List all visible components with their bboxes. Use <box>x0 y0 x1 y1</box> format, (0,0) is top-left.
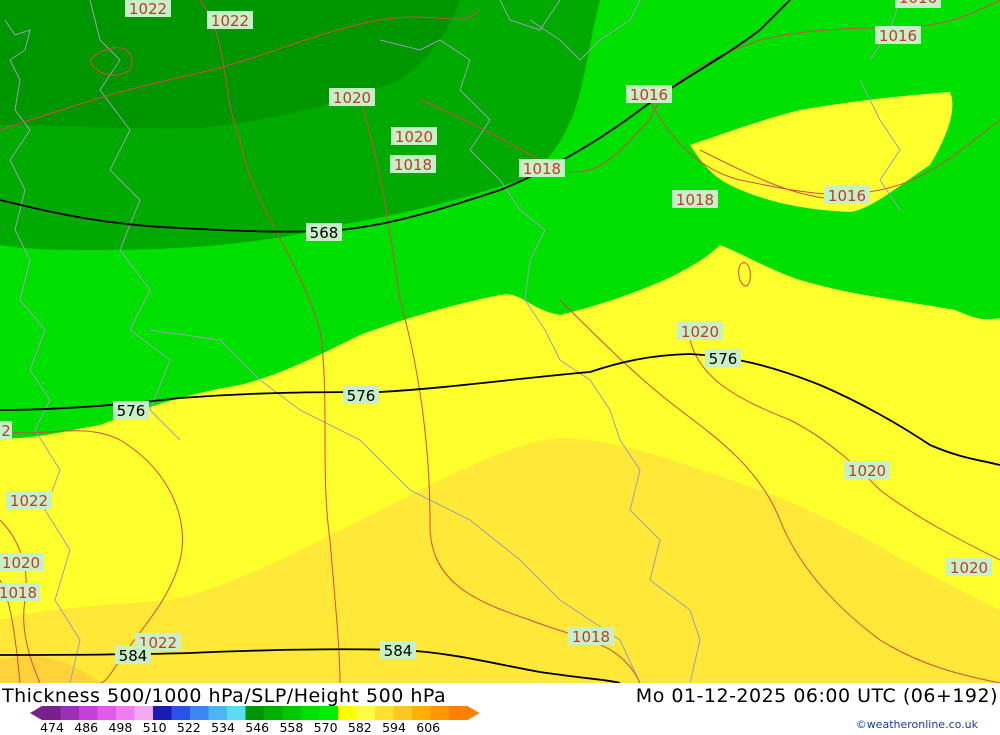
colorbar-segment <box>245 706 265 720</box>
isobar-label: 1022 <box>125 0 171 18</box>
colorbar-segment <box>375 706 394 720</box>
svg-text:1018: 1018 <box>394 156 432 174</box>
height-label: 584 <box>115 646 151 665</box>
isobar-label: 1020 <box>844 461 890 480</box>
svg-text:576: 576 <box>117 402 146 420</box>
colorbar-segment <box>430 706 450 720</box>
colorbar-segment <box>171 706 191 720</box>
svg-text:1018: 1018 <box>572 628 610 646</box>
isobar-label: 1020 <box>0 553 44 572</box>
svg-text:1020: 1020 <box>2 554 40 572</box>
credit-link[interactable]: ©weatheronline.co.uk <box>856 718 978 731</box>
colorbar-segment <box>208 706 228 720</box>
isobar-label: 2 <box>0 421 12 440</box>
colorbar-segment <box>264 706 283 720</box>
colorbar-segment <box>227 706 246 720</box>
isobar-label: 1020 <box>677 322 723 341</box>
isobar-label: 1018 <box>568 627 614 646</box>
colorbar-segment <box>282 706 302 720</box>
isobar-label: 1022 <box>6 491 52 510</box>
colorbar-segment <box>60 706 80 720</box>
isobar-label: 1018 <box>390 155 436 174</box>
isobar-label: 1020 <box>329 88 375 107</box>
weather-map: 1022 1022 1020 1020 1018 1018 1016 1016 … <box>0 0 1000 683</box>
svg-text:1020: 1020 <box>848 462 886 480</box>
isobar-label: 1022 <box>207 11 253 30</box>
isobar-label: 1016 <box>626 85 672 104</box>
svg-text:568: 568 <box>310 224 339 242</box>
isobar-label: 1020 <box>391 127 437 146</box>
svg-text:584: 584 <box>119 647 148 665</box>
height-label: 576 <box>113 401 149 420</box>
isobar-label: 1018 <box>519 159 565 178</box>
colorbar-segment <box>301 706 320 720</box>
svg-text:1022: 1022 <box>10 492 48 510</box>
isobar-label: 1018 <box>0 583 40 602</box>
colorbar-segment <box>190 706 209 720</box>
colorbar-segment <box>393 706 413 720</box>
colorbar-segment <box>412 706 431 720</box>
svg-text:1018: 1018 <box>0 584 37 602</box>
isobar-label: 1016 <box>824 186 870 205</box>
colorbar-segment <box>134 706 154 720</box>
height-label: 576 <box>343 386 379 405</box>
height-label: 584 <box>380 641 416 660</box>
colorbar-segment <box>97 706 117 720</box>
svg-text:1020: 1020 <box>395 128 433 146</box>
colorbar-segment <box>153 706 172 720</box>
map-footer: Thickness 500/1000 hPa/SLP/Height 500 hP… <box>0 683 1000 735</box>
height-label: 568 <box>306 223 342 242</box>
svg-text:1018: 1018 <box>523 160 561 178</box>
isobar-label: 1020 <box>946 558 992 577</box>
svg-text:584: 584 <box>384 642 413 660</box>
isobar-label: 1016 <box>895 0 941 8</box>
colorbar <box>30 706 480 720</box>
svg-text:1020: 1020 <box>333 89 371 107</box>
colorbar-segment <box>356 706 376 720</box>
colorbar-segment <box>116 706 135 720</box>
colorbar-segment <box>42 706 61 720</box>
isobar-label: 1018 <box>672 190 718 209</box>
map-title: Thickness 500/1000 hPa/SLP/Height 500 hP… <box>2 685 447 707</box>
svg-text:1016: 1016 <box>630 86 668 104</box>
colorbar-ticks: 474 486 498 510 522 534 546 558 570 582 594 606 <box>0 720 520 735</box>
svg-text:1016: 1016 <box>879 27 917 45</box>
svg-text:2: 2 <box>1 422 11 440</box>
svg-text:1020: 1020 <box>681 323 719 341</box>
colorbar-segment <box>79 706 98 720</box>
isobar-label: 1016 <box>875 26 921 45</box>
svg-text:1018: 1018 <box>676 191 714 209</box>
svg-text:1022: 1022 <box>211 12 249 30</box>
svg-text:576: 576 <box>709 350 738 368</box>
colorbar-segment <box>338 706 357 720</box>
forecast-datetime: Mo 01-12-2025 06:00 UTC (06+192) <box>635 685 998 707</box>
svg-text:1020: 1020 <box>950 559 988 577</box>
svg-text:1022: 1022 <box>129 0 167 18</box>
svg-text:1016: 1016 <box>828 187 866 205</box>
colorbar-arrow-right <box>467 706 480 720</box>
height-label: 576 <box>705 349 741 368</box>
svg-text:1016: 1016 <box>899 0 937 7</box>
svg-text:576: 576 <box>347 387 376 405</box>
colorbar-segment <box>449 706 468 720</box>
colorbar-segment <box>319 706 339 720</box>
colorbar-arrow-left <box>30 706 42 720</box>
